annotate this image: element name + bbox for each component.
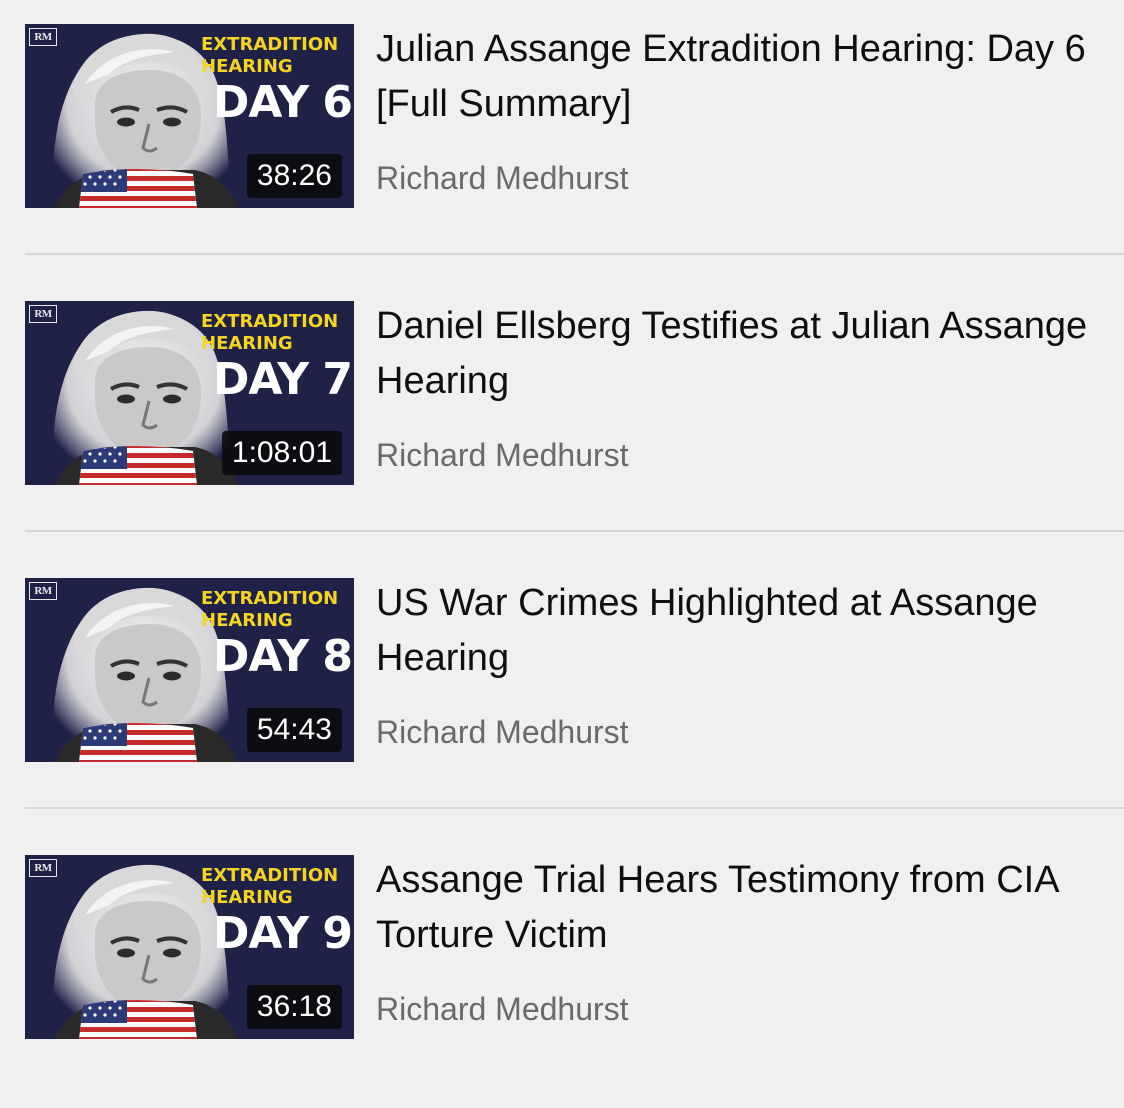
video-list-item[interactable]: RM EXTRADITION HEARING DAY 9 36:18 Assan…	[0, 831, 1124, 1108]
video-title[interactable]: Assange Trial Hears Testimony from CIA T…	[376, 853, 1106, 963]
divider	[25, 253, 1124, 255]
divider	[25, 530, 1124, 532]
thumbnail-hearing-label: EXTRADITION HEARING	[201, 34, 339, 77]
video-title[interactable]: Daniel Ellsberg Testifies at Julian Assa…	[376, 299, 1106, 409]
channel-name[interactable]: Richard Medhurst	[376, 156, 629, 200]
video-list-item[interactable]: RM EXTRADITION HEARING DAY 8 54:43 US Wa…	[0, 554, 1124, 831]
video-title[interactable]: US War Crimes Highlighted at Assange Hea…	[376, 576, 1106, 686]
video-list-item[interactable]: RM EXTRADITION HEARING DAY 6 38:26 Julia…	[0, 0, 1124, 277]
video-thumbnail[interactable]: RM EXTRADITION HEARING DAY 6 38:26	[25, 24, 354, 208]
channel-name[interactable]: Richard Medhurst	[376, 710, 629, 754]
divider	[25, 807, 1124, 809]
channel-logo: RM	[29, 28, 57, 46]
video-thumbnail[interactable]: RM EXTRADITION HEARING DAY 7 1:08:01	[25, 301, 354, 485]
channel-logo: RM	[29, 582, 57, 600]
duration-badge: 54:43	[246, 708, 342, 752]
video-list: RM EXTRADITION HEARING DAY 6 38:26 Julia…	[0, 0, 1124, 1084]
duration-badge: 38:26	[246, 154, 342, 198]
thumbnail-hearing-label: EXTRADITION HEARING	[201, 588, 339, 631]
duration-badge: 1:08:01	[221, 431, 342, 475]
video-thumbnail[interactable]: RM EXTRADITION HEARING DAY 9 36:18	[25, 855, 354, 1039]
channel-logo: RM	[29, 305, 57, 323]
channel-name[interactable]: Richard Medhurst	[376, 433, 629, 477]
thumbnail-day-label: DAY 6	[212, 77, 353, 128]
video-thumbnail[interactable]: RM EXTRADITION HEARING DAY 8 54:43	[25, 578, 354, 762]
video-title[interactable]: Julian Assange Extradition Hearing: Day …	[376, 22, 1106, 132]
duration-badge: 36:18	[246, 985, 342, 1029]
thumbnail-day-label: DAY 9	[212, 908, 353, 959]
channel-name[interactable]: Richard Medhurst	[376, 987, 629, 1031]
thumbnail-hearing-label: EXTRADITION HEARING	[201, 865, 339, 908]
thumbnail-hearing-label: EXTRADITION HEARING	[201, 311, 339, 354]
thumbnail-day-label: DAY 8	[212, 631, 353, 682]
video-list-item[interactable]: RM EXTRADITION HEARING DAY 7 1:08:01 Dan…	[0, 277, 1124, 554]
channel-logo: RM	[29, 859, 57, 877]
thumbnail-day-label: DAY 7	[212, 354, 353, 405]
